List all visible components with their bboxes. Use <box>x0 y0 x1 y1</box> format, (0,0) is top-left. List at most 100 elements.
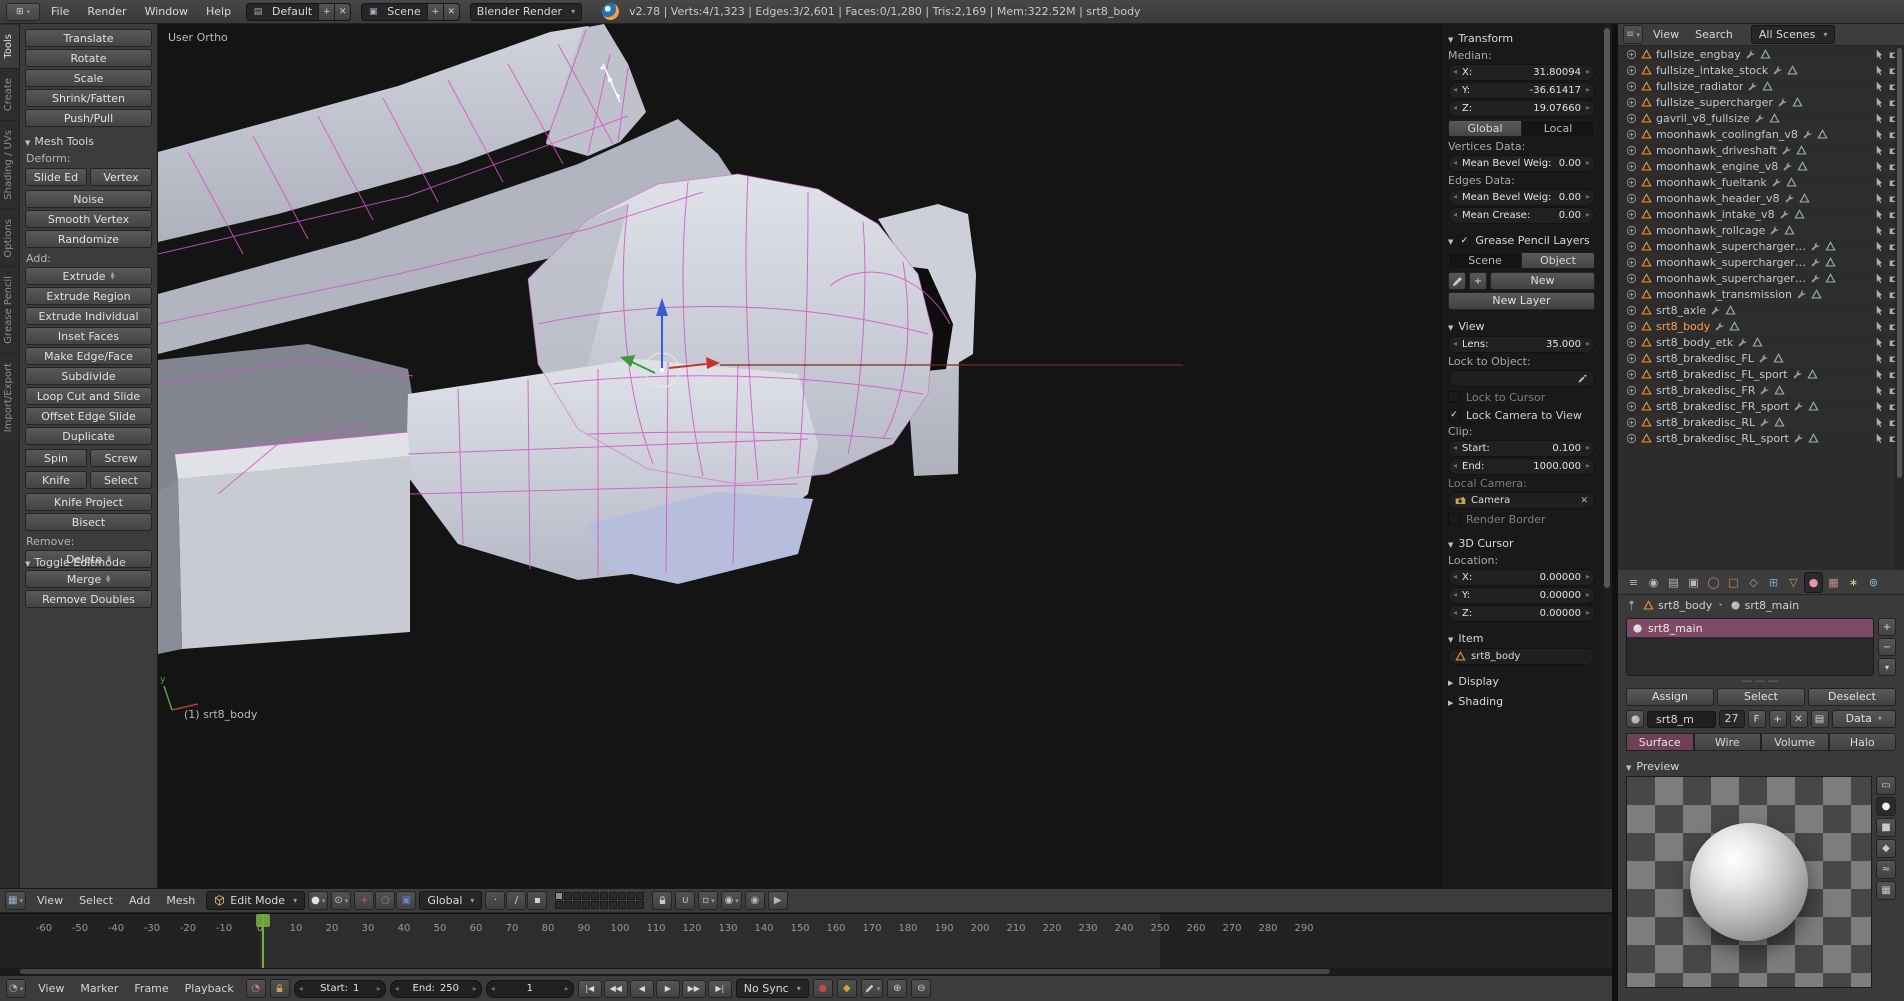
outliner-row[interactable]: srt8_brakedisc_FR <box>1618 382 1904 398</box>
expand-icon[interactable] <box>1626 401 1637 412</box>
unlink-material-button[interactable]: ✕ <box>1790 710 1808 728</box>
add-screen-layout-button[interactable]: + <box>318 4 334 20</box>
selectable-icon[interactable] <box>1874 161 1885 172</box>
outliner-row[interactable]: moonhawk_header_v8 <box>1618 190 1904 206</box>
new-layer-button[interactable]: New Layer <box>1448 292 1595 310</box>
timeline-scrollbar[interactable] <box>0 968 1612 975</box>
outliner-row[interactable]: srt8_axle <box>1618 302 1904 318</box>
prev-keyframe-button[interactable]: ◀◀ <box>604 980 628 998</box>
play-button[interactable]: ▶ <box>656 980 680 998</box>
orientation-selector[interactable]: Global ▾ <box>419 891 482 910</box>
menu-item[interactable]: View <box>29 894 71 907</box>
expand-icon[interactable] <box>1626 385 1637 396</box>
menu-item[interactable]: File <box>42 0 78 24</box>
outliner-row[interactable]: moonhawk_driveshaft <box>1618 142 1904 158</box>
global-toggle[interactable]: Global <box>1448 120 1522 137</box>
selectable-icon[interactable] <box>1874 113 1885 124</box>
outliner-row[interactable]: fullsize_intake_stock <box>1618 62 1904 78</box>
expand-icon[interactable] <box>1626 369 1637 380</box>
cursor-value-slider[interactable]: X:0.00000 <box>1448 569 1595 586</box>
expand-icon[interactable] <box>1626 49 1637 60</box>
fake-user-button[interactable]: F <box>1748 710 1766 728</box>
snap-element-icon[interactable]: ▫▾ <box>698 891 718 910</box>
knife-button[interactable]: Knife <box>25 471 87 489</box>
outliner-row[interactable]: moonhawk_rollcage <box>1618 222 1904 238</box>
manipulator-scale-icon[interactable]: ▣ <box>396 891 416 910</box>
add-scene-button[interactable]: + <box>427 4 443 20</box>
constraints-tab-icon[interactable]: ◇ <box>1744 572 1763 593</box>
jump-to-start-button[interactable]: |◀ <box>578 980 602 998</box>
opengl-render-image-icon[interactable]: ◉▾ <box>745 891 765 910</box>
render-border-checkbox[interactable] <box>1448 513 1460 525</box>
menu-item[interactable]: View <box>1645 28 1687 41</box>
outliner-row[interactable]: fullsize_radiator <box>1618 78 1904 94</box>
object-tab-icon[interactable]: □ <box>1724 572 1743 593</box>
lock-icon[interactable] <box>652 891 672 910</box>
outliner-row[interactable]: srt8_brakedisc_RL <box>1618 414 1904 430</box>
end-frame-field[interactable]: End:250 <box>390 980 482 998</box>
selectable-icon[interactable] <box>1874 353 1885 364</box>
object-name[interactable]: srt8_body <box>1656 320 1710 333</box>
preview-range-icon[interactable]: ◔ <box>246 979 266 998</box>
vertex-select-icon[interactable]: · <box>485 891 505 910</box>
pivot-center-icon[interactable]: ⊙▾ <box>331 891 351 910</box>
object-name[interactable]: moonhawk_supercharger_stage <box>1656 240 1806 253</box>
sync-mode-selector[interactable]: No Sync ▾ <box>736 979 809 998</box>
selectable-icon[interactable] <box>1874 209 1885 220</box>
screen-layout-selector[interactable]: ▤ Default + ✕ <box>246 3 351 21</box>
material-slot-list[interactable]: srt8_main <box>1626 618 1874 676</box>
toolshelf-tab[interactable]: Grease Pencil <box>0 266 19 353</box>
toolshelf-tab[interactable]: Import/Export <box>0 353 19 441</box>
preview-panel-title[interactable]: Preview <box>1636 760 1679 773</box>
selectable-icon[interactable] <box>1874 97 1885 108</box>
item-panel-title[interactable]: Item <box>1458 632 1483 645</box>
object-name[interactable]: fullsize_supercharger <box>1656 96 1773 109</box>
outliner-row[interactable]: srt8_brakedisc_FL <box>1618 350 1904 366</box>
selectable-icon[interactable] <box>1874 241 1885 252</box>
merge-menu-button[interactable]: Merge▲▼ <box>25 570 152 588</box>
properties-context-menu-icon[interactable]: ≡ <box>1624 572 1643 593</box>
world-tab-icon[interactable]: ◯ <box>1704 572 1723 593</box>
expand-icon[interactable] <box>1626 337 1637 348</box>
selectable-icon[interactable] <box>1874 193 1885 204</box>
deselect-button[interactable]: Deselect <box>1808 688 1896 706</box>
render-layers-tab-icon[interactable]: ▤ <box>1664 572 1683 593</box>
breadcrumb-object[interactable]: srt8_body <box>1643 599 1712 612</box>
tool-button[interactable]: Noise <box>25 190 152 208</box>
toolshelf-tab[interactable]: Options <box>0 209 19 267</box>
object-name[interactable]: moonhawk_rollcage <box>1656 224 1765 237</box>
expand-icon[interactable] <box>1626 305 1637 316</box>
object-name[interactable]: moonhawk_supercharger_stage <box>1656 256 1806 269</box>
menu-item[interactable]: Frame <box>126 982 176 995</box>
outliner-row[interactable]: moonhawk_intake_v8 <box>1618 206 1904 222</box>
expand-icon[interactable] <box>1626 257 1637 268</box>
panel-expand-icon[interactable] <box>1448 320 1453 333</box>
grease-pencil-panel-title[interactable]: Grease Pencil Layers <box>1475 234 1589 247</box>
tool-button[interactable]: Rotate <box>25 49 152 67</box>
median-value-slider[interactable]: Y:-36.61417 <box>1448 82 1595 99</box>
lens-slider[interactable]: Lens:35.000 <box>1448 336 1595 353</box>
delete-scene-button[interactable]: ✕ <box>443 4 459 20</box>
tool-button[interactable]: Smooth Vertex <box>25 210 152 228</box>
selectable-icon[interactable] <box>1874 177 1885 188</box>
browse-material-icon[interactable] <box>1626 710 1644 728</box>
selectable-icon[interactable] <box>1874 433 1885 444</box>
local-toggle[interactable]: Local <box>1522 120 1595 137</box>
object-name[interactable]: srt8_brakedisc_FR <box>1656 384 1755 397</box>
snap-magnet-icon[interactable]: ∪▾ <box>675 891 695 910</box>
tool-button[interactable]: Push/Pull <box>25 109 152 127</box>
outliner-row[interactable]: moonhawk_fueltank <box>1618 174 1904 190</box>
grease-pencil-draw-icon[interactable] <box>1448 272 1466 290</box>
toolshelf-tab[interactable]: Shading / UVs <box>0 120 19 209</box>
item-name-field[interactable]: srt8_body <box>1448 648 1595 665</box>
mesh-tools-panel-title[interactable]: Mesh Tools <box>34 135 94 148</box>
insert-keyframe-icon[interactable]: ⊕ <box>887 979 907 998</box>
panel-expand-icon[interactable] <box>1626 760 1631 773</box>
view-panel-title[interactable]: View <box>1458 320 1484 333</box>
outliner-row[interactable]: moonhawk_coolingfan_v8 <box>1618 126 1904 142</box>
cursor-panel-title[interactable]: 3D Cursor <box>1458 537 1513 550</box>
selectable-icon[interactable] <box>1874 49 1885 60</box>
menu-item[interactable]: Playback <box>177 982 242 995</box>
outliner-editor-icon[interactable]: ≡▾ <box>1623 25 1643 44</box>
tool-button[interactable]: Scale <box>25 69 152 87</box>
